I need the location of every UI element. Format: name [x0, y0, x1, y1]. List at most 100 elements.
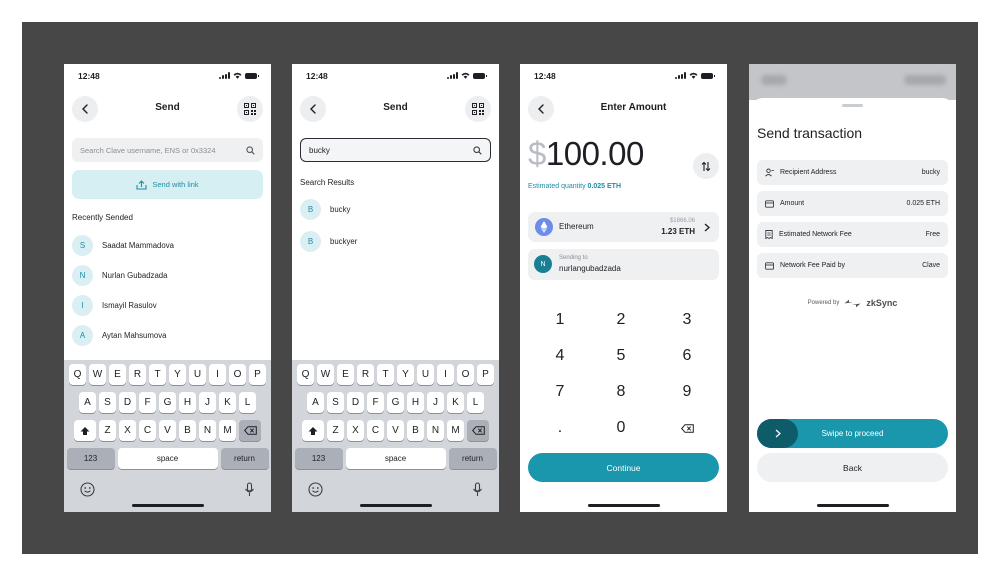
numpad-key[interactable]: 7 — [528, 377, 592, 407]
contact-item[interactable]: S Saadat Mammadova — [72, 233, 263, 257]
key[interactable]: A — [79, 392, 96, 413]
key[interactable]: A — [307, 392, 324, 413]
key[interactable]: K — [447, 392, 464, 413]
sheet-grabber[interactable] — [842, 104, 863, 107]
key[interactable]: H — [179, 392, 196, 413]
key[interactable]: C — [367, 420, 384, 441]
numbers-key[interactable]: 123 — [294, 448, 343, 469]
key[interactable]: X — [119, 420, 136, 441]
search-result-item[interactable]: B bucky — [300, 197, 491, 221]
contact-item[interactable]: N Nurlan Gubadzada — [72, 263, 263, 287]
search-input[interactable]: Search Clave username, ENS or 0x3324 — [72, 138, 263, 162]
key[interactable]: V — [159, 420, 176, 441]
microphone-icon[interactable] — [472, 482, 483, 497]
key[interactable]: B — [407, 420, 424, 441]
key[interactable]: D — [347, 392, 364, 413]
numpad-delete-key[interactable] — [655, 413, 719, 443]
key[interactable]: E — [337, 364, 354, 385]
key[interactable]: N — [427, 420, 444, 441]
shift-key[interactable] — [74, 420, 96, 441]
key[interactable]: O — [457, 364, 474, 385]
key[interactable]: Z — [327, 420, 344, 441]
back-button[interactable]: Back — [757, 453, 948, 482]
key[interactable]: Z — [99, 420, 116, 441]
key[interactable]: F — [139, 392, 156, 413]
key[interactable]: R — [357, 364, 374, 385]
key[interactable]: T — [149, 364, 166, 385]
emoji-icon[interactable] — [308, 482, 323, 497]
back-button[interactable] — [300, 96, 326, 122]
key[interactable]: N — [199, 420, 216, 441]
shift-key[interactable] — [302, 420, 324, 441]
return-key[interactable]: return — [448, 448, 497, 469]
swipe-handle[interactable] — [757, 419, 798, 448]
key[interactable]: V — [387, 420, 404, 441]
key[interactable]: T — [377, 364, 394, 385]
key[interactable]: M — [219, 420, 236, 441]
numpad-key[interactable]: 5 — [589, 341, 653, 371]
key[interactable]: C — [139, 420, 156, 441]
microphone-icon[interactable] — [244, 482, 255, 497]
key[interactable]: G — [159, 392, 176, 413]
key[interactable]: Y — [169, 364, 186, 385]
key[interactable]: G — [387, 392, 404, 413]
key[interactable]: D — [119, 392, 136, 413]
search-input[interactable]: bucky — [300, 138, 491, 162]
numpad-key[interactable]: . — [528, 413, 592, 443]
contact-item[interactable]: I Ismayil Rasulov — [72, 293, 263, 317]
key[interactable]: I — [437, 364, 454, 385]
key[interactable]: Q — [297, 364, 314, 385]
contact-item[interactable]: A Aytan Mahsumova — [72, 323, 263, 347]
back-button[interactable] — [72, 96, 98, 122]
qr-scan-button[interactable] — [465, 96, 491, 122]
key[interactable]: W — [317, 364, 334, 385]
key[interactable]: X — [347, 420, 364, 441]
qr-scan-button[interactable] — [237, 96, 263, 122]
results-label: Search Results — [300, 178, 355, 187]
key[interactable]: R — [129, 364, 146, 385]
space-key[interactable]: space — [345, 448, 446, 469]
key[interactable]: U — [417, 364, 434, 385]
numpad-key[interactable]: 2 — [589, 305, 653, 335]
key[interactable]: U — [189, 364, 206, 385]
search-result-item[interactable]: B buckyer — [300, 229, 491, 253]
space-key[interactable]: space — [117, 448, 218, 469]
key[interactable]: S — [99, 392, 116, 413]
key[interactable]: H — [407, 392, 424, 413]
key[interactable]: S — [327, 392, 344, 413]
numpad-key[interactable]: 3 — [655, 305, 719, 335]
numpad-key[interactable]: 1 — [528, 305, 592, 335]
key[interactable]: O — [229, 364, 246, 385]
key[interactable]: W — [89, 364, 106, 385]
key[interactable]: L — [467, 392, 484, 413]
numbers-key[interactable]: 123 — [66, 448, 115, 469]
numpad-key[interactable]: 9 — [655, 377, 719, 407]
numpad-key[interactable]: 0 — [589, 413, 653, 443]
key[interactable]: B — [179, 420, 196, 441]
numpad-key[interactable]: 8 — [589, 377, 653, 407]
send-with-link-button[interactable]: Send with link — [72, 170, 263, 199]
key[interactable]: L — [239, 392, 256, 413]
key[interactable]: J — [199, 392, 216, 413]
asset-selector[interactable]: Ethereum $1866.06 1.23 ETH — [528, 212, 719, 242]
numpad-key[interactable]: 6 — [655, 341, 719, 371]
emoji-icon[interactable] — [80, 482, 95, 497]
key[interactable]: M — [447, 420, 464, 441]
swap-units-button[interactable] — [693, 153, 719, 179]
key[interactable]: P — [249, 364, 266, 385]
key[interactable]: Q — [69, 364, 86, 385]
return-key[interactable]: return — [220, 448, 269, 469]
delete-key[interactable] — [239, 420, 261, 441]
swipe-to-proceed-slider[interactable]: Swipe to proceed — [757, 419, 948, 448]
key[interactable]: F — [367, 392, 384, 413]
back-button[interactable] — [528, 96, 554, 122]
continue-button[interactable]: Continue — [528, 453, 719, 482]
numpad-key[interactable]: 4 — [528, 341, 592, 371]
key[interactable]: E — [109, 364, 126, 385]
key[interactable]: I — [209, 364, 226, 385]
key[interactable]: Y — [397, 364, 414, 385]
key[interactable]: K — [219, 392, 236, 413]
delete-key[interactable] — [467, 420, 489, 441]
key[interactable]: J — [427, 392, 444, 413]
key[interactable]: P — [477, 364, 494, 385]
